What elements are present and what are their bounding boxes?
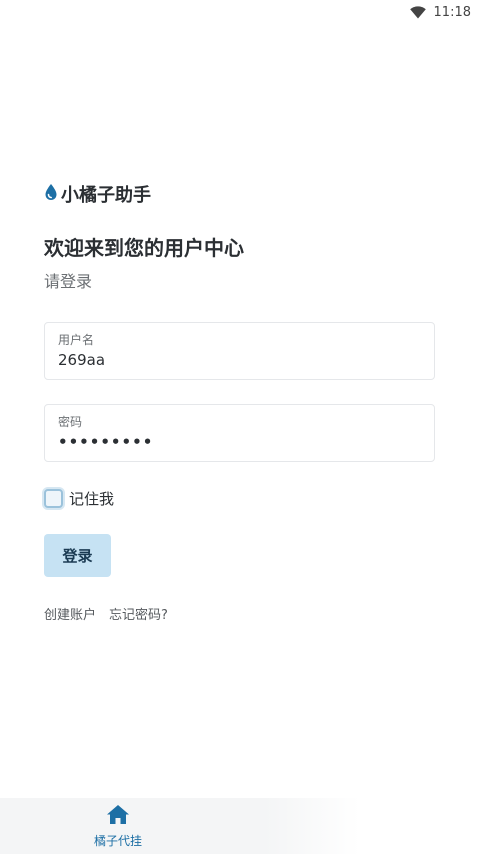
username-input[interactable]: 269aa — [58, 350, 421, 370]
login-subtitle: 请登录 — [44, 272, 93, 291]
username-field[interactable]: 用户名 269aa — [44, 322, 435, 380]
account-links: 创建账户 忘记密码? — [44, 604, 168, 623]
brand-name: 小橘子助手 — [61, 185, 151, 206]
remember-me[interactable]: 记住我 — [44, 488, 114, 509]
password-label: 密码 — [58, 415, 83, 429]
login-button[interactable]: 登录 — [44, 534, 111, 577]
status-bar: 11:18 — [0, 0, 480, 24]
water-drop-icon — [44, 183, 58, 205]
username-label: 用户名 — [58, 333, 95, 347]
nav-item-home[interactable]: 橘子代挂 — [88, 804, 148, 849]
login-screen: 11:18 小橘子助手 欢迎来到您的用户中心 请登录 用户名 269aa 密码 … — [0, 0, 480, 854]
password-input[interactable]: ••••••••• — [58, 432, 421, 452]
forgot-password-link[interactable]: 忘记密码? — [109, 604, 168, 623]
password-field[interactable]: 密码 ••••••••• — [44, 404, 435, 462]
wifi-icon — [409, 5, 426, 19]
bottom-nav: 橘子代挂 — [0, 798, 480, 854]
welcome-title: 欢迎来到您的用户中心 — [44, 236, 244, 260]
brand: 小橘子助手 — [44, 181, 151, 207]
remember-checkbox[interactable] — [44, 489, 63, 508]
home-icon — [106, 804, 130, 829]
create-account-link[interactable]: 创建账户 — [44, 604, 96, 623]
remember-label: 记住我 — [69, 490, 115, 508]
nav-item-label: 橘子代挂 — [93, 834, 142, 848]
status-time: 11:18 — [433, 4, 471, 20]
